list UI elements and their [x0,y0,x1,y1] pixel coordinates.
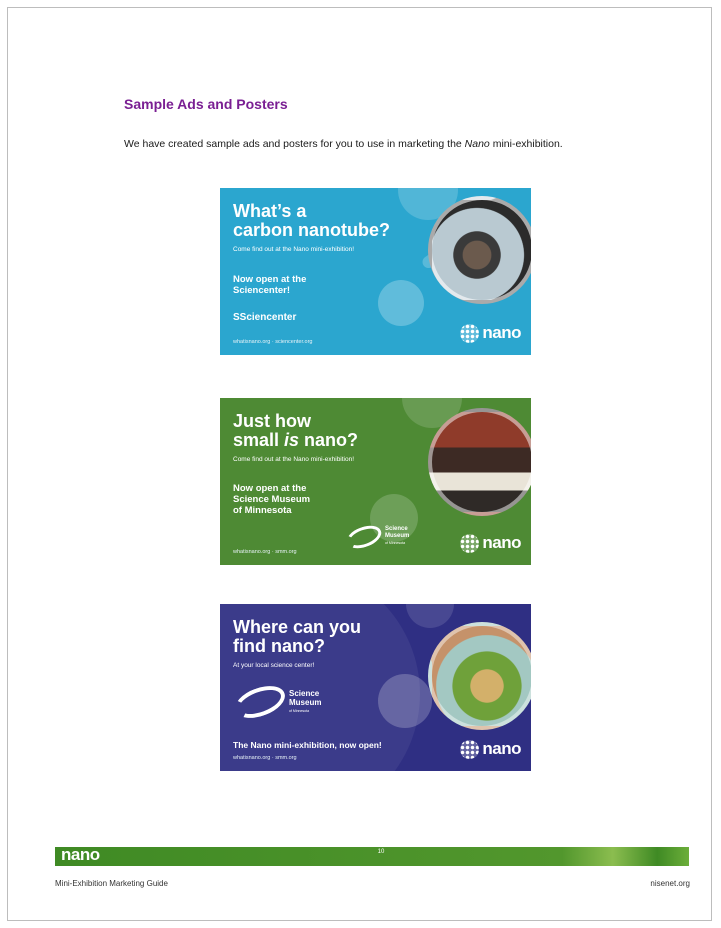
ad-open-line: Sciencenter! [233,285,291,296]
decor-circle [378,280,424,326]
ad-title-line: carbon nanotube? [233,220,390,240]
nano-logo: nano [460,739,521,759]
ad-url: whatisnano.org · sciencenter.org [233,339,313,345]
science-museum-logo: Science Museum of Minnesota [230,679,321,725]
ad-subtitle: Come find out at the Nano mini-exhibitio… [233,246,355,253]
footer-bar [55,847,689,866]
ad-subtitle: Come find out at the Nano mini-exhibitio… [233,456,355,463]
science-museum-logo: Science Museum of Minnesota [343,520,409,553]
sample-ad-how-small-is-nano: Just how small is nano? Come find out at… [220,398,531,565]
smm-line: Science [385,526,408,532]
intro-paragraph: We have created sample ads and posters f… [124,137,604,152]
nano-wordmark: nano [482,323,521,342]
ad-url: whatisnano.org · smm.org [233,755,297,761]
nano-wordmark: nano [482,533,521,552]
nano-wordmark: nano [482,739,521,758]
sciencenter-logo: SSciencenter [233,312,296,323]
ad-open-line: Now open at the [233,483,307,494]
smm-line: of Minnesota [385,541,406,545]
intro-text-after: mini-exhibition. [489,138,563,150]
smm-line: Museum [289,697,322,707]
ad-subtitle: At your local science center! [233,662,315,669]
footer-nano-logo: nano [61,845,100,864]
nano-dot-icon [460,533,480,553]
smm-line: of Minnesota [289,708,310,713]
ad-open-line: of Minnesota [233,505,292,516]
sciencenter-s-icon: S [233,312,240,323]
ad-title-line: small is nano? [233,431,433,450]
ad-title-part: nano? [299,430,359,450]
ad-open-text: Now open at the Science Museum of Minnes… [233,483,373,516]
ad-title-line: What’s a [233,201,307,221]
sample-ad-where-find-nano: Where can you find nano? At your local s… [220,604,531,771]
nano-logo: nano [460,533,521,553]
ad-url: whatisnano.org · smm.org [233,549,297,555]
footer-website: nisenet.org [650,879,690,888]
smm-text: Science Museum of Minnesota [385,526,409,547]
footer-guide-title: Mini-Exhibition Marketing Guide [55,879,168,888]
ad-title: Where can you find nano? [233,618,433,656]
smm-line: Science [289,688,320,698]
sponsor-name: Sciencenter [239,312,297,323]
ad-title: Just how small is nano? [233,412,433,450]
ad-title-emphasis: is [284,430,300,450]
ad-title-line: Where can you [233,617,362,637]
smm-line: Museum [385,533,410,539]
smm-text: Science Museum of Minnesota [289,689,321,716]
ad-open-line: Science Museum [233,494,311,505]
ad-photo-girls-reading [428,408,531,516]
ad-tagline: The Nano mini-exhibition, now open! [233,740,382,750]
intro-text-before: We have created sample ads and posters f… [124,138,465,150]
decor-circle [378,674,432,728]
nano-logo: nano [460,323,521,343]
nano-dot-icon [460,323,480,343]
ad-photo-child-with-goggles [428,196,531,304]
nano-dot-icon [460,739,480,759]
intro-emphasis: Nano [464,138,490,150]
section-heading: Sample Ads and Posters [124,96,288,112]
ad-title-line: Just how [233,411,312,431]
ad-title-part: small [233,430,285,450]
ad-title-line: find nano? [233,636,325,656]
ad-title: What’s a carbon nanotube? [233,202,433,240]
ad-open-text: Now open at the Sciencenter! [233,274,373,296]
ad-photo-model-landscape [428,622,531,730]
page-number: 10 [377,849,385,855]
sample-ad-carbon-nanotube: What’s a carbon nanotube? Come find out … [220,188,531,355]
smm-swirl-icon [343,520,385,553]
ad-open-line: Now open at the [233,274,307,285]
